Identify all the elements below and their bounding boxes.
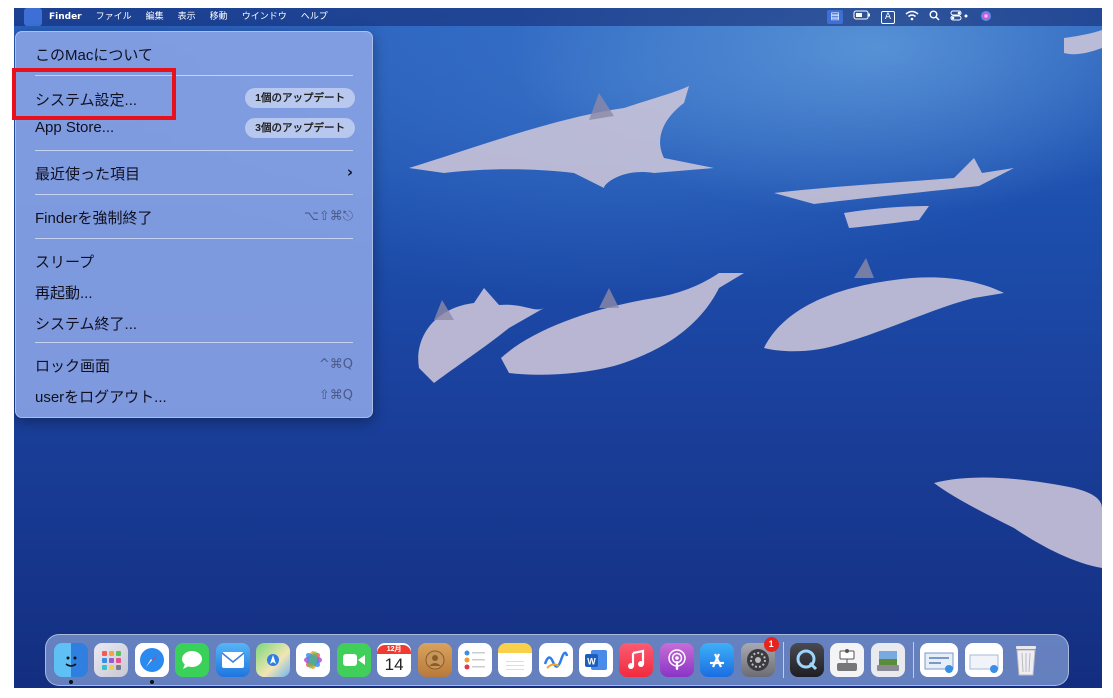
preview-icon[interactable]: [870, 643, 905, 677]
system-settings-icon[interactable]: 1: [740, 637, 779, 677]
menu-help[interactable]: ヘルプ: [294, 8, 335, 26]
app-store-update-badge: 3個のアップデート: [245, 118, 355, 138]
freeform-icon[interactable]: [538, 643, 573, 677]
music-icon[interactable]: [619, 643, 654, 677]
launchpad-icon[interactable]: [94, 643, 129, 677]
menu-separator: [35, 238, 353, 239]
lock-screen-item[interactable]: ロック画面: [35, 355, 110, 376]
reminders-icon[interactable]: [457, 643, 492, 677]
notes-icon[interactable]: [498, 643, 533, 677]
menu-bar: Finder ファイル 編集 表示 移動 ウインドウ ヘルプ ▤ A: [14, 8, 1102, 26]
app-store-item[interactable]: App Store...: [35, 119, 114, 136]
quicktime-player-icon[interactable]: [790, 643, 825, 677]
force-quit-shortcut: ⌥⇧⌘⎋: [303, 209, 353, 224]
dock-separator: [783, 642, 785, 678]
menu-finder[interactable]: Finder: [42, 8, 89, 26]
system-settings-update-badge: 1個のアップデート: [245, 88, 355, 108]
siri-icon[interactable]: [980, 10, 992, 24]
highlight-frame: [12, 68, 176, 120]
documents-folder-icon[interactable]: [964, 643, 1003, 677]
chevron-right-icon: ›: [346, 163, 353, 181]
sleep-item[interactable]: スリープ: [35, 251, 94, 272]
dock-separator: [913, 642, 915, 678]
microsoft-word-icon[interactable]: W: [579, 643, 614, 677]
photos-icon[interactable]: [296, 643, 331, 677]
contacts-icon[interactable]: [417, 643, 452, 677]
menu-view[interactable]: 表示: [171, 8, 203, 26]
mail-icon[interactable]: [215, 643, 250, 677]
force-quit-item[interactable]: Finderを強制終了: [35, 207, 153, 228]
running-indicator: [149, 680, 154, 684]
screen-mirroring-icon[interactable]: ▤: [827, 10, 843, 24]
word-logo-letter: W: [587, 657, 596, 667]
battery-icon[interactable]: [853, 10, 871, 24]
control-center-icon[interactable]: [950, 10, 970, 24]
running-indicator: [69, 680, 73, 684]
safari-icon[interactable]: [134, 643, 169, 684]
logout-item[interactable]: userをログアウト...: [35, 386, 167, 407]
menu-edit[interactable]: 編集: [139, 8, 171, 26]
downloads-folder-icon[interactable]: [920, 643, 959, 677]
messages-icon[interactable]: [175, 643, 210, 677]
shutdown-item[interactable]: システム終了...: [35, 313, 137, 334]
apple-menu-icon[interactable]: [24, 8, 42, 26]
maps-icon[interactable]: [255, 643, 290, 677]
menu-separator: [35, 194, 353, 195]
restart-item[interactable]: 再起動...: [35, 282, 93, 303]
calendar-icon[interactable]: 12月 14: [377, 643, 412, 677]
system-settings-dock-badge: 1: [763, 637, 779, 652]
status-area: ▤ A: [827, 8, 992, 26]
dock: 12月 14 W 1: [45, 634, 1069, 686]
menu-separator: [35, 150, 353, 151]
recent-items-item[interactable]: 最近使った項目: [35, 163, 140, 184]
image-capture-icon[interactable]: [830, 643, 865, 677]
menu-window[interactable]: ウインドウ: [235, 8, 294, 26]
menu-file[interactable]: ファイル: [89, 8, 139, 26]
trash-icon[interactable]: [1009, 643, 1043, 677]
calendar-day: 14: [384, 654, 404, 674]
app-store-icon[interactable]: [700, 643, 735, 677]
menu-separator: [35, 342, 353, 343]
spotlight-search-icon[interactable]: [929, 10, 940, 24]
menu-go[interactable]: 移動: [203, 8, 235, 26]
facetime-icon[interactable]: [336, 643, 371, 677]
logout-shortcut: ⇧⌘Q: [318, 388, 353, 403]
about-this-mac-item[interactable]: このMacについて: [35, 44, 153, 65]
podcasts-icon[interactable]: [659, 643, 694, 677]
calendar-month: 12月: [377, 644, 412, 654]
finder-icon[interactable]: [54, 643, 88, 684]
input-source-icon[interactable]: A: [880, 10, 895, 24]
wifi-icon[interactable]: [905, 10, 919, 24]
desktop: Finder ファイル 編集 表示 移動 ウインドウ ヘルプ ▤ A このMac…: [14, 8, 1102, 688]
lock-screen-shortcut: ^⌘Q: [318, 357, 353, 372]
